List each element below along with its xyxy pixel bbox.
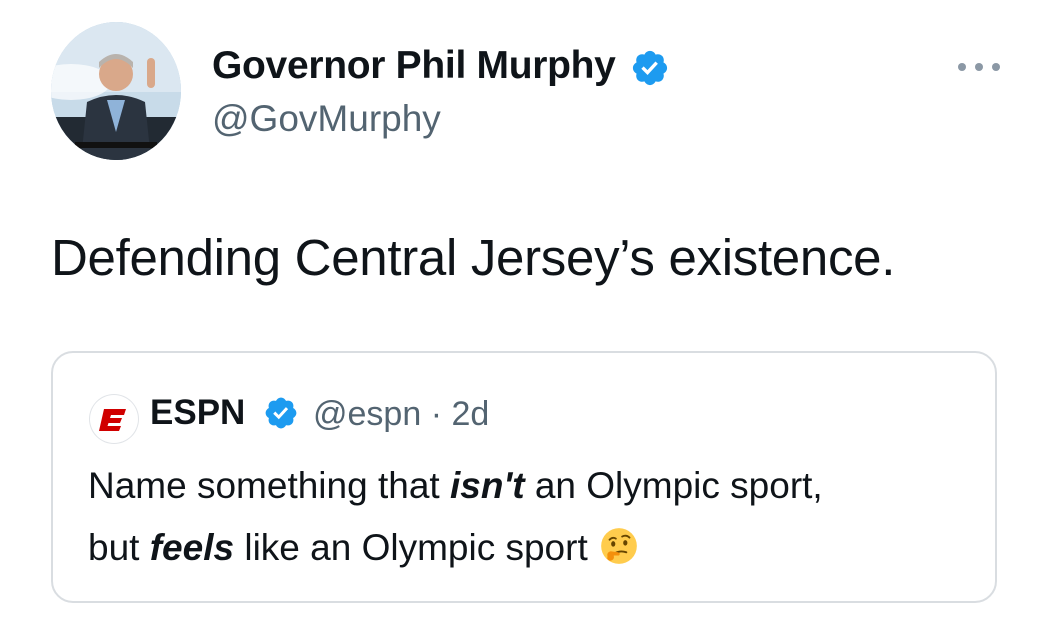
quoted-text-emphasis: feels [149, 527, 235, 568]
more-horizontal-icon[interactable] [958, 58, 1000, 76]
verified-badge-icon [265, 397, 297, 429]
quoted-text-emphasis: isn't [449, 465, 525, 506]
meta-separator: · [430, 395, 443, 433]
author-avatar[interactable] [51, 22, 181, 160]
thinking-face-icon [600, 528, 637, 565]
espn-logo-icon[interactable] [90, 395, 138, 443]
author-name[interactable]: Governor Phil Murphy [212, 44, 616, 88]
quoted-text-segment: but [88, 527, 150, 568]
quoted-timestamp[interactable]: 2d [451, 395, 489, 433]
quoted-meta: @espn · 2d [313, 395, 489, 434]
verified-badge-icon [632, 50, 668, 86]
quoted-text-segment: Name something that [88, 465, 450, 506]
quoted-text-segment: an Olympic sport, [524, 465, 823, 506]
quoted-text-line-2: but feels like an Olympic sport [88, 527, 640, 571]
quoted-author-name[interactable]: ESPN [150, 393, 245, 433]
quoted-text-line-1: Name something that isn't an Olympic spo… [88, 465, 823, 507]
quoted-author-handle[interactable]: @espn [313, 395, 421, 433]
author-handle[interactable]: @GovMurphy [212, 98, 441, 140]
tweet-text: Defending Central Jersey’s existence. [51, 229, 896, 286]
quoted-text-segment: like an Olympic sport [234, 527, 588, 568]
quoted-tweet-card[interactable]: ESPN @espn · 2d Name something that isn'… [51, 351, 997, 603]
